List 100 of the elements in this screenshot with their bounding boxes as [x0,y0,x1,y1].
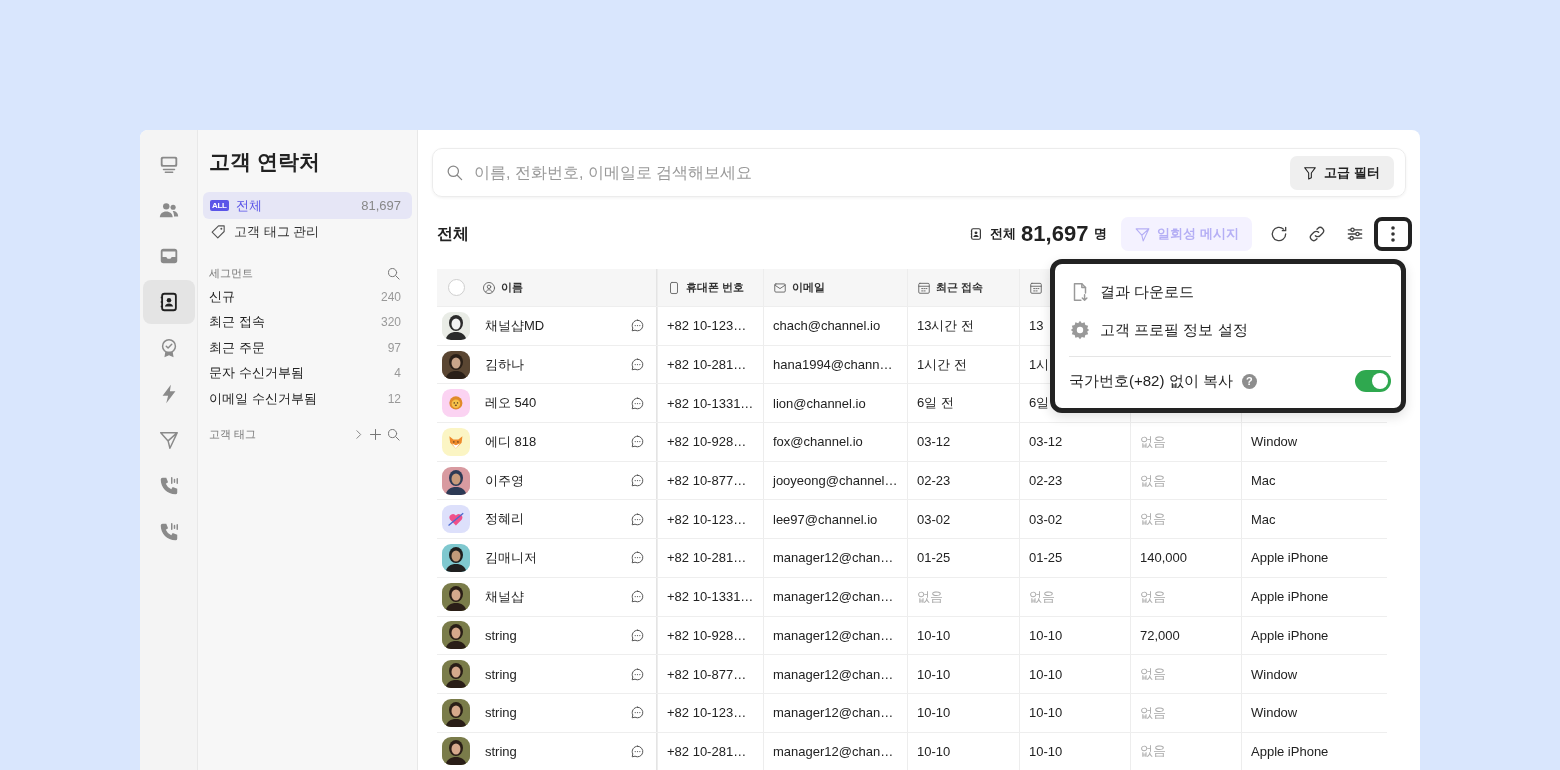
contact-name: string [485,627,518,643]
contact-name: 레오 540 [485,394,538,413]
chat-icon[interactable] [630,395,645,411]
table-cell: 6일 전 [917,394,954,413]
paper-plane-icon [157,429,180,451]
chat-icon[interactable] [630,705,645,721]
search-icon [445,163,464,182]
table-cell: 1시 [1029,355,1050,374]
table-cell: +82 10-1331… [667,589,754,605]
contact-name: 김하나 [485,355,525,374]
segment-item[interactable]: 신규 240 [203,284,412,310]
contact-name: 이주영 [485,471,525,490]
table-cell: +82 10-123… [667,318,747,334]
table-cell: 03-12 [917,434,951,450]
table-cell: manager12@chan… [773,627,894,643]
filter-button[interactable]: 고급 필터 [1290,155,1394,190]
table-cell: 10-10 [1029,705,1063,721]
chat-icon[interactable] [630,357,645,373]
chat-icon[interactable] [630,434,645,450]
table-cell: +82 10-877… [667,666,747,682]
segment-item[interactable]: 이메일 수신거부됨 12 [203,386,412,412]
table-cell: 140,000 [1140,550,1187,566]
table-cell: Apple iPhone [1251,550,1329,566]
table-cell: manager12@chan… [773,589,894,605]
table-cell: Apple iPhone [1251,589,1329,605]
fox-icon [442,427,470,456]
table-cell: 없음 [1140,703,1166,722]
chat-icon[interactable] [630,473,645,489]
table-cell: Mac [1251,473,1276,489]
page-title: 고객 연락처 [209,149,321,175]
lion-icon [442,389,470,418]
table-cell: 10-10 [1029,627,1063,643]
menu-item[interactable]: 고객 프로필 정보 설정 [1069,311,1391,349]
search-icon[interactable] [386,265,401,281]
table-cell: 없음 [917,587,943,606]
plus-icon[interactable] [368,427,383,442]
table-cell: +82 10-281… [667,357,747,373]
total-count: 81,697 [1021,221,1089,247]
table-cell: Window [1251,705,1298,721]
chat-icon[interactable] [630,666,645,682]
menu-item[interactable]: 결과 다운로드 [1069,273,1391,311]
table-cell: 10-10 [917,666,951,682]
table-cell: manager12@chan… [773,705,894,721]
table-cell: 없음 [1140,510,1166,529]
section-heading: 고객 태그 [209,427,257,442]
refresh-icon[interactable] [1269,224,1289,244]
column-header[interactable]: 최근 접속 [936,280,984,295]
phone-icon [667,280,681,295]
total-unit: 명 [1094,225,1108,243]
table-cell: 01-25 [917,550,951,566]
table-cell: +82 10-281… [667,550,747,566]
table-cell: Window [1251,666,1298,682]
table-cell: 10-10 [917,743,951,759]
table-cell: lee97@channel.io [773,511,878,527]
search-icon[interactable] [386,427,401,442]
search-field[interactable]: 이름, 전화번호, 이메일로 검색해보세요 고급 필터 [432,148,1406,197]
more-button[interactable] [1374,217,1412,251]
contact-name: 채널샵MD [485,316,546,335]
column-header[interactable]: 휴대폰 번호 [686,280,745,295]
sidebar-item[interactable]: 고객 태그 관리 [203,218,412,245]
all-badge: ALL [210,200,229,211]
table-cell: Mac [1251,511,1276,527]
column-header[interactable]: 이름 [501,280,523,295]
section-heading: 세그먼트 [209,265,253,281]
table-cell: 1시간 전 [917,355,967,374]
table-cell: 03-02 [917,511,951,527]
segment-item[interactable]: 최근 접속 320 [203,309,412,335]
table-cell: +82 10-928… [667,627,747,643]
segment-item[interactable]: 문자 수신거부됨 4 [203,360,412,386]
table-cell: manager12@chan… [773,743,894,759]
chat-icon[interactable] [630,627,645,643]
paper-plane-icon [1134,225,1152,243]
table-cell: 6일 [1029,394,1050,413]
chat-icon[interactable] [630,550,645,566]
select-all-checkbox[interactable] [448,279,465,296]
chat-icon[interactable] [630,589,645,605]
toggle-switch[interactable] [1355,370,1391,392]
table-cell: 03-02 [1029,511,1063,527]
contact-card-icon [969,227,984,241]
chat-icon[interactable] [630,511,645,527]
table-cell: +82 10-123… [667,511,747,527]
column-header[interactable]: 이메일 [792,280,825,295]
table-cell: 10-10 [917,627,951,643]
segment-item[interactable]: 최근 주문 97 [203,335,412,361]
table-cell: hana1994@chann… [773,357,893,373]
link-icon[interactable] [1307,224,1327,244]
table-cell: 13시간 전 [917,316,975,335]
table-cell: 없음 [1029,587,1055,606]
table-cell: manager12@chan… [773,666,894,682]
chat-icon[interactable] [630,743,645,759]
chat-icon[interactable] [630,318,645,334]
mail-icon [773,280,787,295]
contact-name: 김매니저 [485,548,538,567]
sidebar-item[interactable]: ALL 전체 81,697 [203,192,412,219]
table-cell: 02-23 [917,473,951,489]
table-cell: 10-10 [1029,743,1063,759]
nav-button[interactable] [142,280,195,324]
table-cell: +82 10-281… [667,743,747,759]
table-cell: +82 10-1331… [667,395,754,411]
table-cell: fox@channel.io [773,434,863,450]
